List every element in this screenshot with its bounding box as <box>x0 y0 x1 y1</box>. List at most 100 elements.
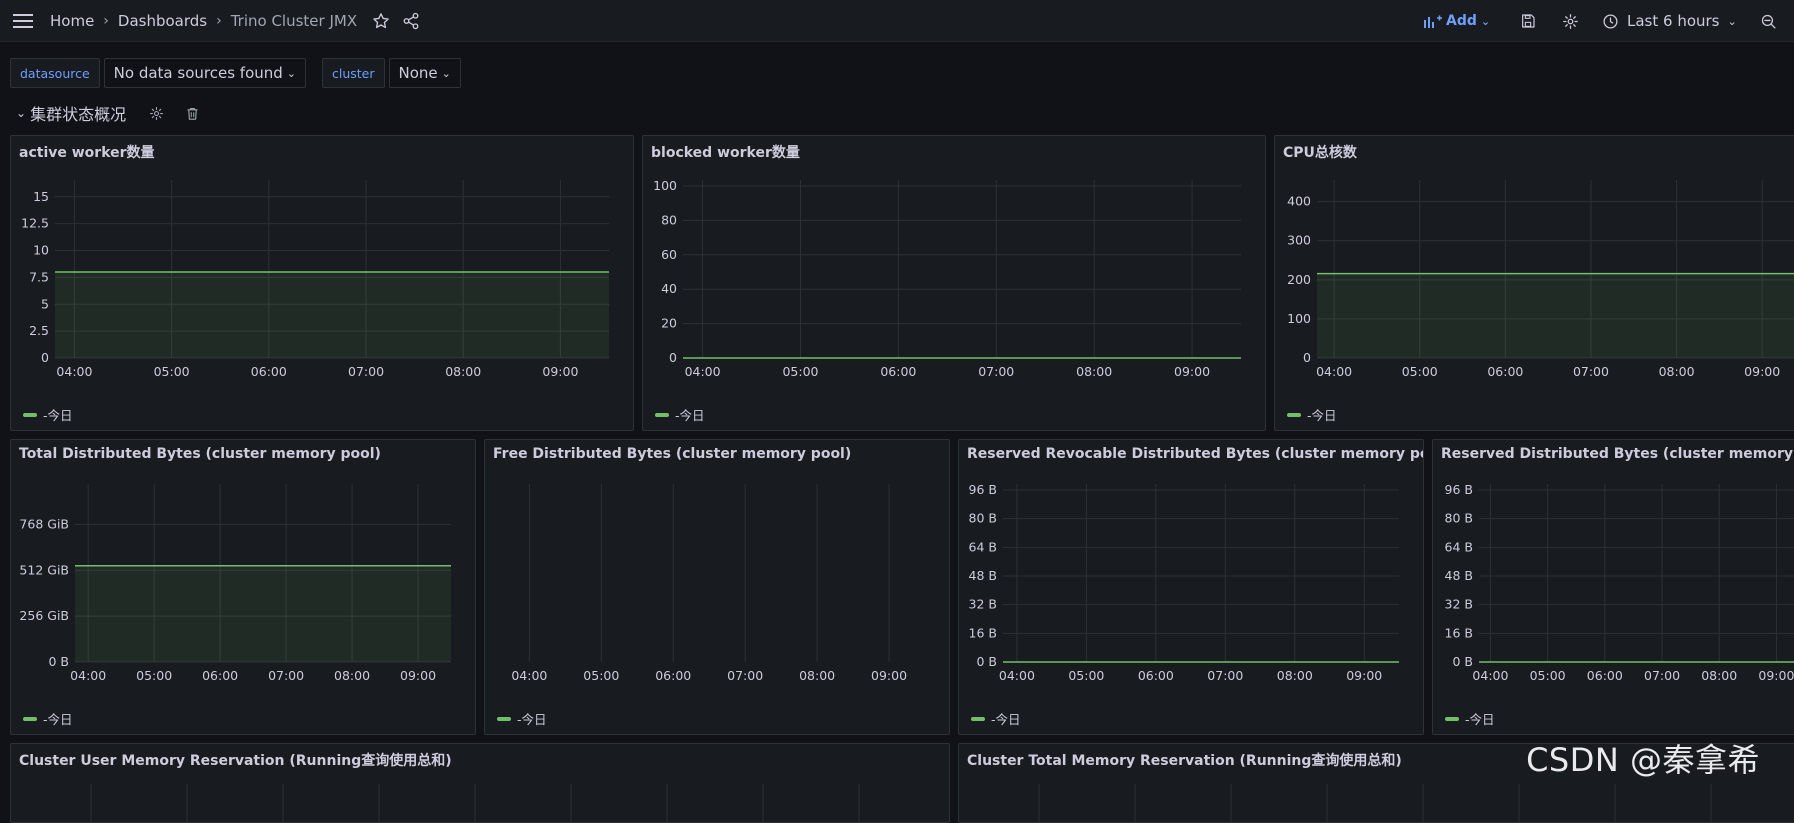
x-tick-label: 05:00 <box>1402 364 1438 379</box>
y-tick-label: 16 B <box>969 625 997 640</box>
breadcrumb-home[interactable]: Home <box>50 12 94 30</box>
legend-label: -今日 <box>675 408 705 423</box>
x-tick-label: 09:00 <box>1174 364 1210 379</box>
cluster-select[interactable]: None ⌄ <box>388 58 461 88</box>
panel-chart: 0 100 200 300 400 04:00 05:00 06:00 07:00 08:00 09… <box>1287 180 1794 379</box>
add-button[interactable]: Add ⌄ <box>1424 13 1490 29</box>
y-tick-label: 12.5 <box>21 216 49 231</box>
panel-title[interactable]: Total Distributed Bytes (cluster memory … <box>19 446 381 462</box>
trash-icon[interactable] <box>180 101 204 125</box>
x-tick-label: 07:00 <box>1573 364 1609 379</box>
series-area-fill <box>75 565 451 662</box>
panel-chart: 0 B 16 B 32 B 48 B 64 B 80 B 96 B 04:00 05:00 06:… <box>969 482 1399 683</box>
legend-label: -今日 <box>1307 408 1337 423</box>
panel-title[interactable]: Cluster Total Memory Reservation (Runnin… <box>967 750 1402 770</box>
panel-title[interactable]: Free Distributed Bytes (cluster memory p… <box>493 446 851 462</box>
menu-icon[interactable] <box>11 9 35 33</box>
panel-legend[interactable]: -今日 <box>23 405 73 424</box>
x-tick-label: 09:00 <box>1758 668 1794 683</box>
variable-label-datasource: datasource <box>10 58 100 88</box>
panel-chart: 0 20 40 60 80 100 04:00 05:00 06:00 07:00 08:00 09:… <box>653 178 1241 379</box>
y-tick-label: 48 B <box>969 568 997 583</box>
y-tick-label: 0 B <box>976 654 997 669</box>
x-tick-label: 07:00 <box>978 364 1014 379</box>
panel-1[interactable]: 0 2.5 5 7.5 10 12.5 15 04:00 05:00 06:00 07:00 08:0… <box>10 135 634 431</box>
cluster-select-value: None <box>398 64 438 82</box>
panel-8[interactable]: Cluster User Memory Reservation (Running… <box>10 743 950 823</box>
panel-legend[interactable]: -今日 <box>1287 405 1337 424</box>
panel-7[interactable]: 0 B 16 B 32 B 48 B 64 B 80 B 96 B 04:00 05:00 06:… <box>1432 439 1794 735</box>
x-tick-label: 09:00 <box>1346 668 1382 683</box>
x-tick-label: 04:00 <box>1472 668 1508 683</box>
y-tick-label: 5 <box>41 296 49 311</box>
y-tick-label: 0 <box>1303 350 1311 365</box>
gear-icon[interactable] <box>1558 9 1582 33</box>
breadcrumb-dashboards[interactable]: Dashboards <box>118 12 207 30</box>
y-tick-label: 64 B <box>1445 539 1473 554</box>
chevron-down-icon: ⌄ <box>1727 14 1737 28</box>
panel-title[interactable]: blocked worker数量 <box>651 142 800 162</box>
legend-label: -今日 <box>43 408 73 423</box>
y-tick-label: 64 B <box>969 539 997 554</box>
panel-legend[interactable]: -今日 <box>655 405 705 424</box>
y-tick-label: 16 B <box>1445 625 1473 640</box>
row-title: 集群状态概况 <box>30 105 127 124</box>
x-tick-label: 05:00 <box>154 364 190 379</box>
legend-swatch <box>23 412 37 417</box>
legend-swatch <box>655 412 669 417</box>
chevron-down-icon: ⌄ <box>1480 14 1491 28</box>
panel-legend[interactable]: -今日 <box>497 709 547 728</box>
panel-title[interactable]: CPU总核数 <box>1283 142 1357 162</box>
panel-title[interactable]: Cluster User Memory Reservation (Running… <box>19 750 452 770</box>
x-tick-label: 05:00 <box>782 364 818 379</box>
x-tick-label: 04:00 <box>1316 364 1352 379</box>
panel-2[interactable]: 0 20 40 60 80 100 04:00 05:00 06:00 07:00 08:00 09:… <box>642 135 1266 431</box>
y-tick-label: 0 B <box>48 654 69 669</box>
legend-label: -今日 <box>517 712 547 727</box>
star-icon[interactable] <box>369 9 393 33</box>
chevron-down-icon: ⌄ <box>286 66 296 80</box>
panel-5[interactable]: 04:00 05:00 06:00 07:00 08:00 09:00 Free Distr… <box>484 439 950 735</box>
y-tick-label: 32 B <box>969 597 997 612</box>
row-settings-gear-icon[interactable] <box>144 101 168 125</box>
panel-3[interactable]: 0 100 200 300 400 04:00 05:00 06:00 07:00 08:00 09… <box>1274 135 1794 431</box>
y-tick-label: 200 <box>1287 272 1311 287</box>
x-tick-label: 04:00 <box>56 364 92 379</box>
save-icon[interactable] <box>1516 9 1540 33</box>
x-tick-label: 07:00 <box>268 668 304 683</box>
datasource-select-value: No data sources found <box>113 64 283 82</box>
zoom-out-icon[interactable] <box>1756 9 1780 33</box>
y-tick-label: 60 <box>661 247 677 262</box>
y-tick-label: 100 <box>653 178 677 193</box>
panel-legend[interactable]: -今日 <box>23 709 73 728</box>
x-tick-label: 04:00 <box>999 668 1035 683</box>
panel-title[interactable]: Reserved Revocable Distributed Bytes (cl… <box>967 446 1423 462</box>
share-icon[interactable] <box>399 9 423 33</box>
chevron-down-icon[interactable]: ⌄ <box>16 106 26 120</box>
x-tick-label: 05:00 <box>1068 668 1104 683</box>
panel-6[interactable]: 0 B 16 B 32 B 48 B 64 B 80 B 96 B 04:00 05:00 06:… <box>958 439 1424 735</box>
panel-legend[interactable]: -今日 <box>1445 709 1495 728</box>
top-navbar: Home › Dashboards › Trino Cluster JMX Ad… <box>0 0 1794 42</box>
time-range-picker[interactable]: Last 6 hours ⌄ <box>1602 12 1737 30</box>
x-tick-label: 04:00 <box>685 364 721 379</box>
panel-title[interactable]: Reserved Distributed Bytes (cluster memo… <box>1441 446 1794 462</box>
x-tick-label: 07:00 <box>348 364 384 379</box>
y-tick-label: 300 <box>1287 233 1311 248</box>
panel-4[interactable]: 0 B 256 GiB 512 GiB 768 GiB 04:00 05:00 06:00 0… <box>10 439 476 735</box>
y-tick-label: 96 B <box>969 482 997 497</box>
dashboard-row-header[interactable]: ⌄ 集群状态概况 <box>16 100 204 126</box>
x-tick-label: 07:00 <box>1644 668 1680 683</box>
x-tick-label: 08:00 <box>1701 668 1737 683</box>
y-tick-label: 768 GiB <box>19 516 69 531</box>
x-tick-label: 08:00 <box>445 364 481 379</box>
datasource-select[interactable]: No data sources found ⌄ <box>103 58 306 88</box>
x-tick-label: 04:00 <box>511 668 547 683</box>
variable-label-cluster: cluster <box>322 58 385 88</box>
x-tick-label: 04:00 <box>70 668 106 683</box>
x-tick-label: 06:00 <box>1587 668 1623 683</box>
series-area-fill <box>1317 273 1794 358</box>
panel-title[interactable]: active worker数量 <box>19 142 155 162</box>
panel-legend[interactable]: -今日 <box>971 709 1021 728</box>
chevron-right-icon: › <box>216 13 222 29</box>
